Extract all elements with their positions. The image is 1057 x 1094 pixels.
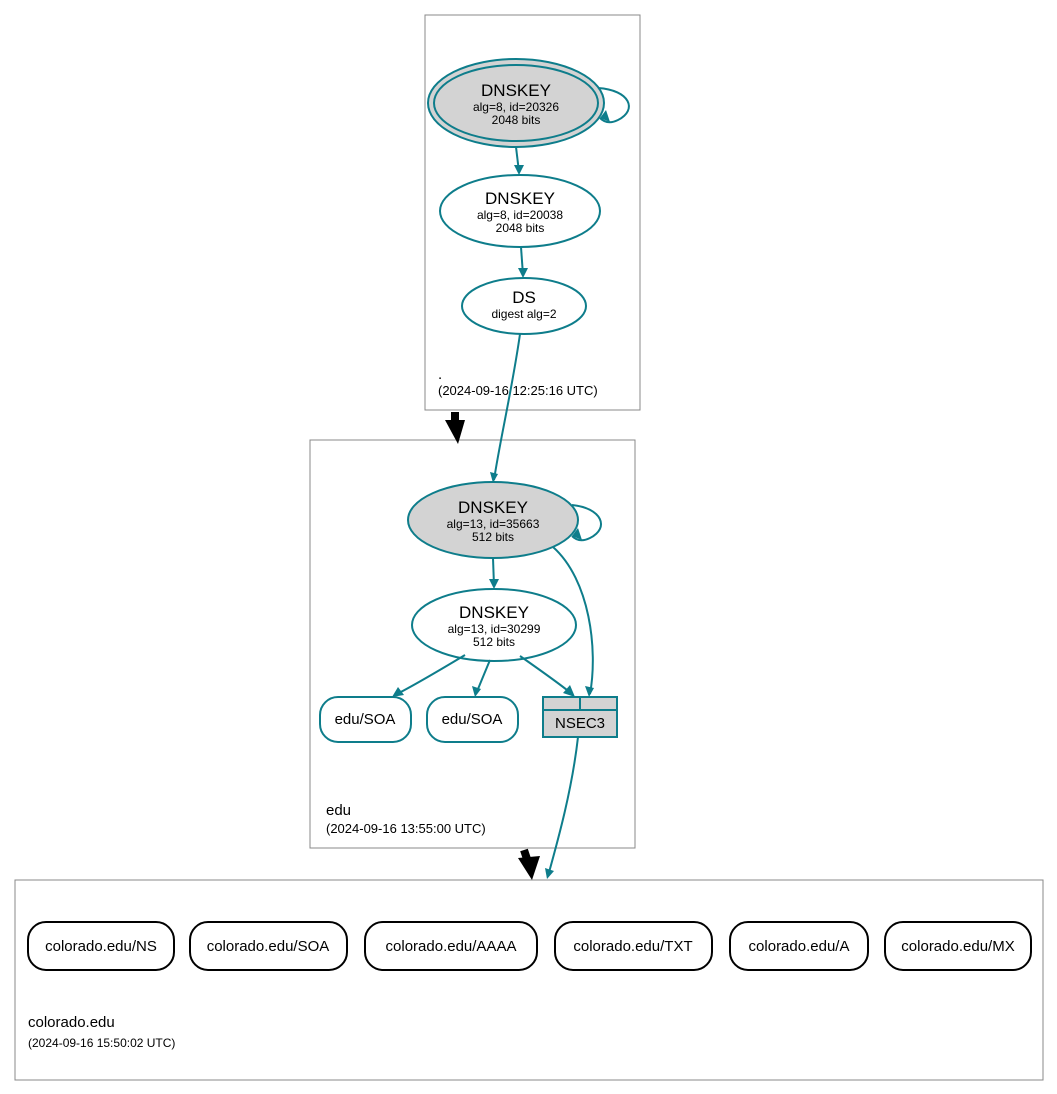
root-ksk-title: DNSKEY [481, 81, 551, 100]
zone-colorado-box [15, 880, 1043, 1080]
edge-zsk-nsec3 [520, 656, 572, 694]
root-ksk-bits: 2048 bits [492, 113, 541, 127]
root-zsk-bits: 2048 bits [496, 221, 545, 235]
edu-zsk-title: DNSKEY [459, 603, 529, 622]
zone-root-time: (2024-09-16 12:25:16 UTC) [438, 383, 598, 398]
zone-edu-name: edu [326, 802, 351, 819]
edu-ksk-title: DNSKEY [458, 498, 528, 517]
root-ds-alg: digest alg=2 [491, 307, 556, 321]
arrow-zsk-ds-root [518, 268, 528, 278]
zone-colorado-time: (2024-09-16 15:50:02 UTC) [28, 1036, 175, 1050]
root-ksk-alg: alg=8, id=20326 [473, 100, 559, 114]
edu-nsec3: NSEC3 [543, 697, 617, 737]
root-ds-title: DS [512, 288, 536, 307]
colorado-txt-label: colorado.edu/TXT [573, 938, 692, 955]
arrow-zsk-soa2 [472, 686, 481, 697]
edge-ds-eduksk [494, 334, 520, 480]
edu-soa1-label: edu/SOA [335, 711, 396, 728]
zone-root-name: . [438, 366, 442, 383]
edge-zsk-soa1 [395, 655, 465, 695]
dnssec-diagram: . (2024-09-16 12:25:16 UTC) DNSKEY alg=8… [0, 0, 1057, 1094]
zone-edu-time: (2024-09-16 13:55:00 UTC) [326, 821, 486, 836]
arrow-ksk-zsk-root [514, 165, 524, 175]
edu-zsk-alg: alg=13, id=30299 [448, 622, 541, 636]
colorado-aaaa-label: colorado.edu/AAAA [386, 938, 517, 955]
colorado-soa-label: colorado.edu/SOA [207, 938, 330, 955]
root-zsk-alg: alg=8, id=20038 [477, 208, 563, 222]
edu-nsec3-label: NSEC3 [555, 715, 605, 732]
colorado-a-label: colorado.edu/A [749, 938, 850, 955]
arrow-zsk-nsec3 [563, 685, 575, 697]
edge-nsec3-colorado [548, 737, 578, 876]
root-zsk-title: DNSKEY [485, 189, 555, 208]
arrow-ksk-nsec3 [585, 686, 594, 697]
colorado-mx-label: colorado.edu/MX [901, 938, 1014, 955]
edu-ksk-alg: alg=13, id=35663 [447, 517, 540, 531]
edu-ksk-bits: 512 bits [472, 530, 514, 544]
arrow-ksk-zsk-edu [489, 579, 499, 589]
arrow-nsec3-colorado [545, 868, 554, 879]
edu-soa2-label: edu/SOA [442, 711, 503, 728]
arrow-edu-colorado-bold [518, 856, 540, 880]
colorado-ns-label: colorado.edu/NS [45, 938, 157, 955]
edu-zsk-bits: 512 bits [473, 635, 515, 649]
zone-colorado-name: colorado.edu [28, 1014, 115, 1031]
